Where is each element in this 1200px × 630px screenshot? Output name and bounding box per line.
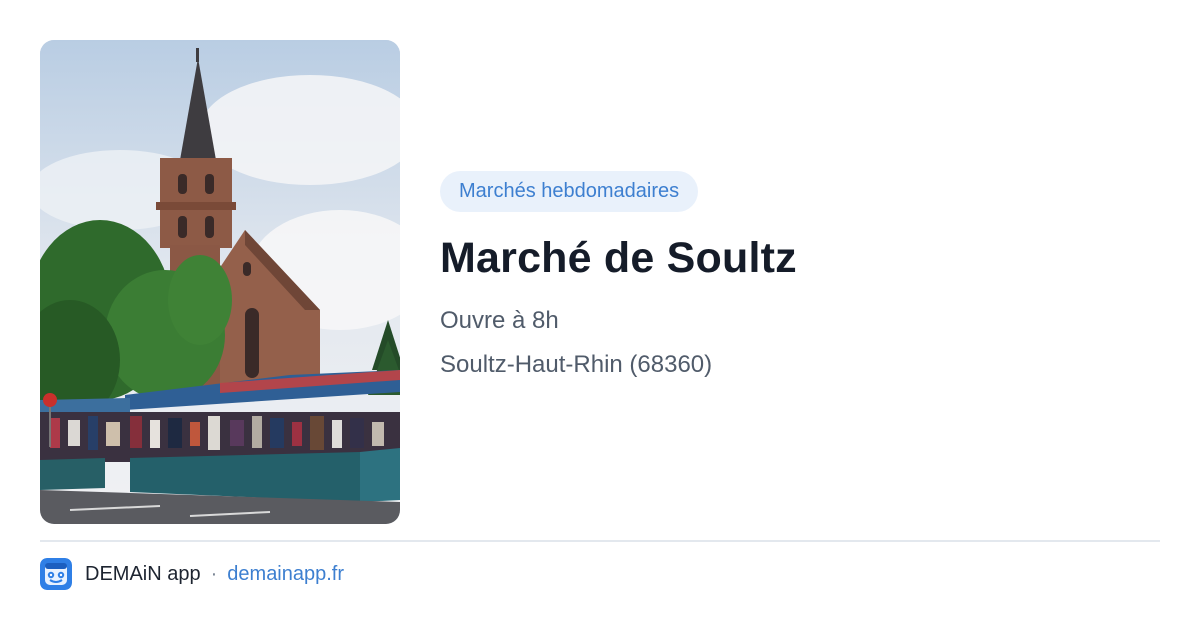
- market-photo: [40, 40, 400, 524]
- event-location: Soultz-Haut-Rhin (68360): [440, 351, 713, 378]
- church-market-illustration: [40, 40, 400, 524]
- event-preview-card: Marchés hebdomadaires Marché de Soultz O…: [0, 0, 1200, 630]
- footer-divider: [40, 540, 1160, 542]
- app-name: DEMAiN app: [85, 562, 201, 585]
- event-info: Marchés hebdomadaires Marché de Soultz O…: [440, 171, 1160, 382]
- app-website-link[interactable]: demainapp.fr: [227, 563, 344, 586]
- event-title: Marché de Soultz: [440, 234, 797, 282]
- demain-app-logo-icon: [40, 558, 72, 590]
- category-badge[interactable]: Marchés hebdomadaires: [440, 171, 699, 212]
- opening-hours: Ouvre à 8h: [440, 307, 559, 334]
- footer-separator: ·: [210, 562, 218, 585]
- footer: DEMAiN app · demainapp.fr: [40, 558, 344, 590]
